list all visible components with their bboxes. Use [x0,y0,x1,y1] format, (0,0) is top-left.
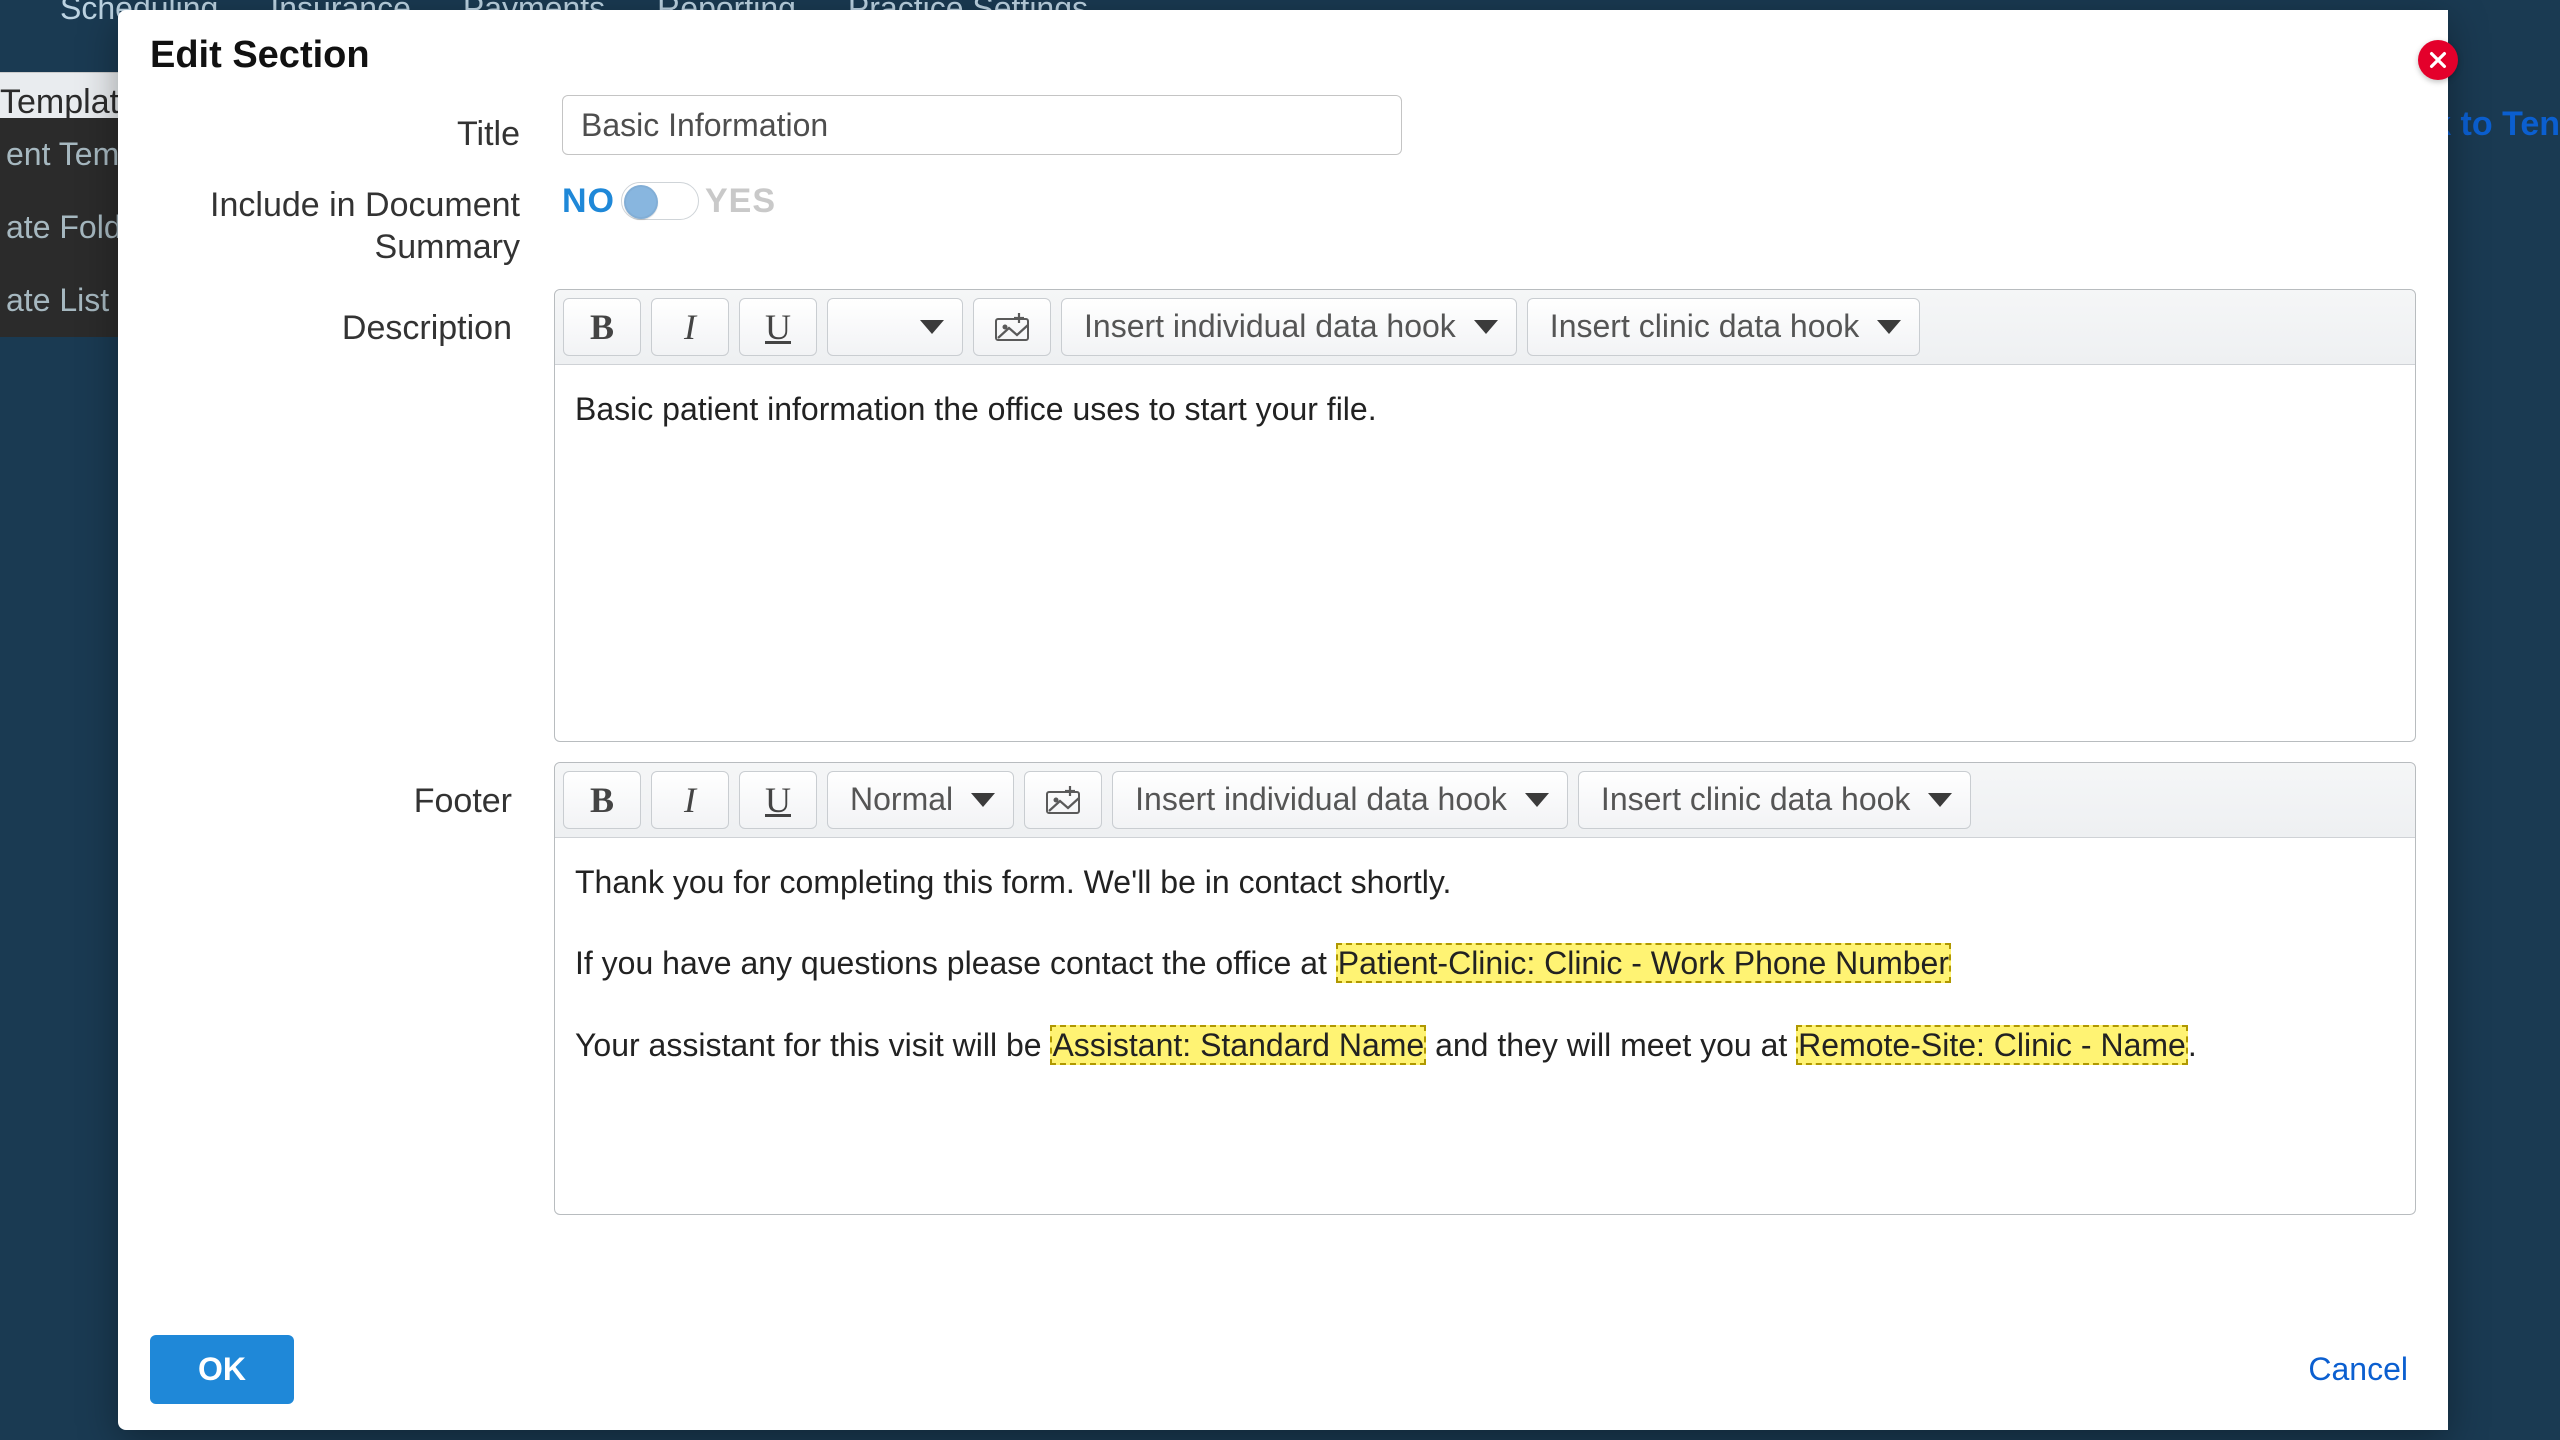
sidebar-item[interactable]: ate List [0,264,118,337]
toggle-no-label: NO [562,182,615,221]
image-icon [1046,786,1080,814]
sidebar-item[interactable]: ent Templ [0,118,118,191]
ok-button[interactable]: OK [150,1335,294,1404]
dropdown-label: Insert individual data hook [1084,308,1456,345]
top-nav: Scheduling Insurance Payments Reporting … [0,0,2560,10]
insert-image-button[interactable] [1024,771,1102,829]
footer-body[interactable]: Thank you for completing this form. We'l… [555,838,2415,1214]
description-toolbar: B I U [555,290,2415,365]
title-input[interactable] [562,95,1402,155]
chevron-down-icon [1877,320,1901,334]
image-icon [995,313,1029,341]
footer-p1: Thank you for completing this form. We'l… [575,858,2395,908]
insert-individual-hook-select[interactable]: Insert individual data hook [1112,771,1568,829]
underline-icon: U [765,309,791,345]
close-icon [2427,49,2449,71]
sidebar: ent Templ ate Folde ate List [0,118,118,337]
toggle-yes-label: YES [705,182,776,221]
chevron-down-icon [1474,320,1498,334]
toggle-knob [624,185,658,219]
data-hook-patient-clinic-phone[interactable]: Patient-Clinic: Clinic - Work Phone Numb… [1336,943,1951,983]
include-summary-toggle[interactable] [621,182,699,220]
description-editor: B I U [554,289,2416,742]
insert-individual-hook-select[interactable]: Insert individual data hook [1061,298,1517,356]
dropdown-label: Insert clinic data hook [1601,781,1911,818]
footer-editor: B I U Normal [554,762,2416,1215]
underline-button[interactable]: U [739,771,817,829]
insert-clinic-hook-select[interactable]: Insert clinic data hook [1527,298,1921,356]
text: and they will meet you at [1426,1027,1796,1063]
close-button[interactable] [2418,40,2458,80]
chevron-down-icon [1928,793,1952,807]
label-title: Title [170,95,520,156]
chevron-down-icon [1525,793,1549,807]
label-description: Description [170,289,512,350]
insert-image-button[interactable] [973,298,1051,356]
footer-toolbar: B I U Normal [555,763,2415,838]
text: Your assistant for this visit will be [575,1027,1050,1063]
cancel-button[interactable]: Cancel [2308,1351,2408,1388]
italic-icon: I [684,782,696,818]
footer-p3: Your assistant for this visit will be As… [575,1021,2395,1071]
underline-icon: U [765,782,791,818]
insert-clinic-hook-select[interactable]: Insert clinic data hook [1578,771,1972,829]
data-hook-remote-site-name[interactable]: Remote-Site: Clinic - Name [1796,1025,2188,1065]
dropdown-label: Normal [850,781,953,818]
label-footer: Footer [170,762,512,823]
style-select[interactable]: Normal [827,771,1014,829]
sidebar-item[interactable]: ate Folde [0,191,118,264]
label-include-summary: Include in Document Summary [170,176,520,269]
text: If you have any questions please contact… [575,945,1336,981]
bold-button[interactable]: B [563,298,641,356]
bold-icon: B [590,782,614,818]
modal-title: Edit Section [150,34,2416,77]
footer-p2: If you have any questions please contact… [575,939,2395,989]
text: . [2188,1027,2197,1063]
italic-button[interactable]: I [651,298,729,356]
edit-section-modal: Edit Section Title Include in Document S… [118,10,2448,1430]
bold-button[interactable]: B [563,771,641,829]
underline-button[interactable]: U [739,298,817,356]
italic-button[interactable]: I [651,771,729,829]
bold-icon: B [590,309,614,345]
dropdown-label: Insert individual data hook [1135,781,1507,818]
chevron-down-icon [920,320,944,334]
italic-icon: I [684,309,696,345]
description-body[interactable]: Basic patient information the office use… [555,365,2415,741]
data-hook-assistant-name[interactable]: Assistant: Standard Name [1050,1025,1426,1065]
dropdown-label: Insert clinic data hook [1550,308,1860,345]
style-select[interactable] [827,298,963,356]
description-text: Basic patient information the office use… [575,385,2395,435]
chevron-down-icon [971,793,995,807]
